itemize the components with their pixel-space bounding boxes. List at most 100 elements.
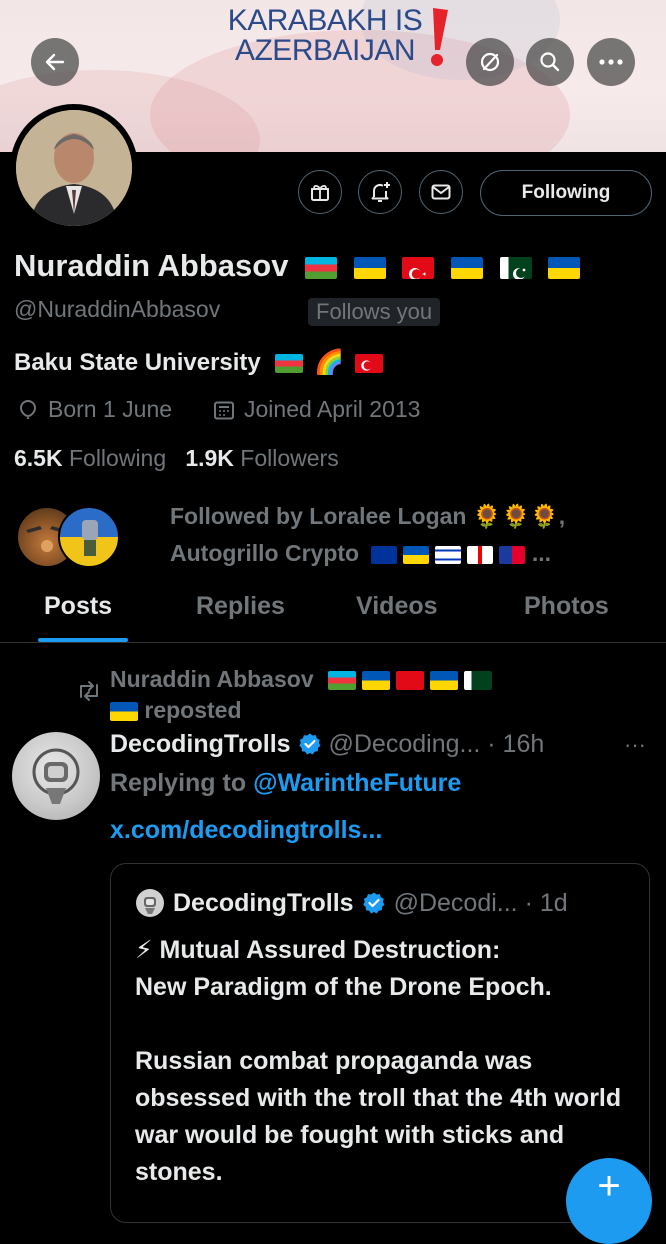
flag-turkey-icon	[396, 671, 424, 691]
flag-eu-icon	[371, 545, 398, 564]
flag-azerbaijan-icon	[328, 671, 356, 691]
flag-ukraine-icon	[353, 256, 386, 279]
flag-ukraine-icon	[362, 671, 390, 691]
follows-you-badge: Follows you	[308, 298, 441, 326]
flag-ukraine-icon	[403, 545, 430, 564]
more-icon	[599, 59, 623, 65]
replying-to: Replying to @WarintheFuture	[110, 769, 461, 798]
tab-photos[interactable]: Photos	[524, 592, 609, 621]
quoted-author-avatar	[136, 889, 164, 917]
notify-button[interactable]	[358, 170, 402, 214]
balloon-icon	[19, 399, 37, 419]
lightning-icon: ⚡	[135, 936, 153, 964]
post-handle-time: @Decoding... · 16h	[328, 730, 545, 758]
banner-text: KARABAKH IS AZERBAIJAN	[200, 6, 450, 66]
bio-text: Baku State University	[14, 349, 261, 376]
repost-label[interactable]: Nuraddin Abbasov reposted	[110, 664, 492, 726]
exclamation-icon	[431, 8, 448, 66]
compose-button[interactable]: +	[566, 1158, 652, 1244]
followed-by-line2: Autogrillo Crypto ...	[170, 535, 565, 572]
search-icon	[540, 52, 560, 72]
rainbow-icon: 🌈	[314, 349, 344, 376]
grok-button[interactable]	[466, 38, 514, 86]
quoted-line1: Mutual Assured Destruction:	[159, 936, 501, 964]
quoted-post-text: ⚡ Mutual Assured Destruction: New Paradi…	[135, 932, 635, 1191]
born-text: Born 1 June	[48, 396, 173, 422]
more-button[interactable]	[587, 38, 635, 86]
post-author-name[interactable]: DecodingTrolls	[110, 730, 291, 758]
verified-badge-icon	[298, 733, 320, 755]
active-tab-indicator	[38, 638, 128, 642]
plus-icon: +	[597, 1164, 621, 1208]
followers-label: Followers	[240, 445, 339, 471]
bell-plus-icon	[371, 182, 390, 202]
profile-handle: @NuraddinAbbasov	[14, 296, 221, 322]
arrow-left-icon	[45, 53, 65, 71]
quoted-author-name: DecodingTrolls	[173, 888, 354, 917]
flag-azerbaijan-icon	[305, 256, 338, 279]
followed-by-ellipsis: ...	[531, 540, 552, 566]
joined-text: Joined April 2013	[244, 396, 421, 422]
follower-avatar[interactable]	[58, 506, 120, 568]
quoted-post-header: DecodingTrolls @Decodi... · 1d	[135, 888, 568, 918]
replying-prefix: Replying to	[110, 769, 247, 797]
followed-by-name: Autogrillo Crypto	[170, 540, 360, 566]
search-button[interactable]	[526, 38, 574, 86]
reposted-text: reposted	[144, 697, 242, 723]
followed-by-text[interactable]: Followed by Loralee Logan 🌻🌻🌻, Autogrill…	[170, 498, 565, 572]
flag-turkey-icon	[402, 256, 435, 279]
banner-line2: AZERBAIJAN	[234, 34, 416, 67]
birthday: Born 1 June	[16, 396, 172, 423]
person-portrait	[16, 110, 132, 226]
flag-pakistan-icon	[499, 256, 532, 279]
tab-videos[interactable]: Videos	[356, 592, 438, 621]
post-more-icon[interactable]: ···	[624, 732, 646, 758]
following-label: Following	[68, 445, 167, 471]
following-count: 6.5K	[14, 445, 63, 471]
follow-stats: 6.5K Following 1.9K Followers	[14, 445, 339, 472]
flag-ukraine-icon	[548, 256, 581, 279]
following-link[interactable]: 6.5K Following	[14, 445, 166, 471]
profile-name-text: Nuraddin Abbasov	[14, 248, 289, 283]
tab-posts[interactable]: Posts	[44, 592, 112, 621]
envelope-icon	[431, 184, 451, 200]
flag-azerbaijan-icon	[275, 354, 304, 374]
gift-button[interactable]	[298, 170, 342, 214]
post-header: DecodingTrolls @Decoding... · 16h	[110, 730, 544, 759]
post-link[interactable]: x.com/decodingtrolls...	[110, 816, 382, 845]
flag-georgia-icon	[467, 545, 494, 564]
flag-turkey-icon	[354, 354, 383, 374]
profile-name: Nuraddin Abbasov	[14, 248, 581, 284]
flag-pakistan-icon	[464, 671, 492, 691]
join-date: Joined April 2013	[212, 396, 420, 423]
calendar-icon	[214, 401, 234, 419]
followers-link[interactable]: 1.9K Followers	[185, 445, 338, 471]
verified-badge-icon	[362, 892, 384, 914]
back-button[interactable]	[31, 38, 79, 86]
tab-replies[interactable]: Replies	[196, 592, 285, 621]
flag-israel-icon	[435, 545, 462, 564]
quoted-paragraph: Russian combat propaganda was obsessed w…	[135, 1047, 622, 1186]
flag-ukraine-icon	[450, 256, 483, 279]
flag-ukraine-icon	[110, 702, 138, 722]
profile-tabs: Posts Replies Videos Photos	[0, 590, 666, 643]
profile-avatar[interactable]	[10, 104, 138, 232]
flag-taiwan-icon	[499, 545, 526, 564]
quoted-handle-time: @Decodi... · 1d	[393, 888, 568, 917]
reposter-name: Nuraddin Abbasov	[110, 666, 314, 692]
decodingtrolls-logo	[32, 748, 80, 804]
replying-to-link[interactable]: @WarintheFuture	[253, 769, 461, 797]
quoted-post[interactable]: DecodingTrolls @Decodi... · 1d ⚡ Mutual …	[110, 863, 650, 1223]
repost-icon	[80, 681, 98, 701]
avatar-photo	[16, 110, 132, 226]
gift-icon	[311, 184, 329, 201]
quoted-line2: New Paradigm of the Drone Epoch.	[135, 973, 552, 1001]
flag-ukraine-icon	[430, 671, 458, 691]
followed-by-line1: Followed by Loralee Logan 🌻🌻🌻,	[170, 503, 566, 529]
slash-circle-icon	[480, 52, 500, 72]
followers-count: 1.9K	[185, 445, 234, 471]
message-button[interactable]	[419, 170, 463, 214]
post-author-avatar[interactable]	[12, 732, 100, 820]
profile-bio: Baku State University 🌈	[14, 348, 383, 377]
following-button[interactable]: Following	[480, 170, 652, 216]
